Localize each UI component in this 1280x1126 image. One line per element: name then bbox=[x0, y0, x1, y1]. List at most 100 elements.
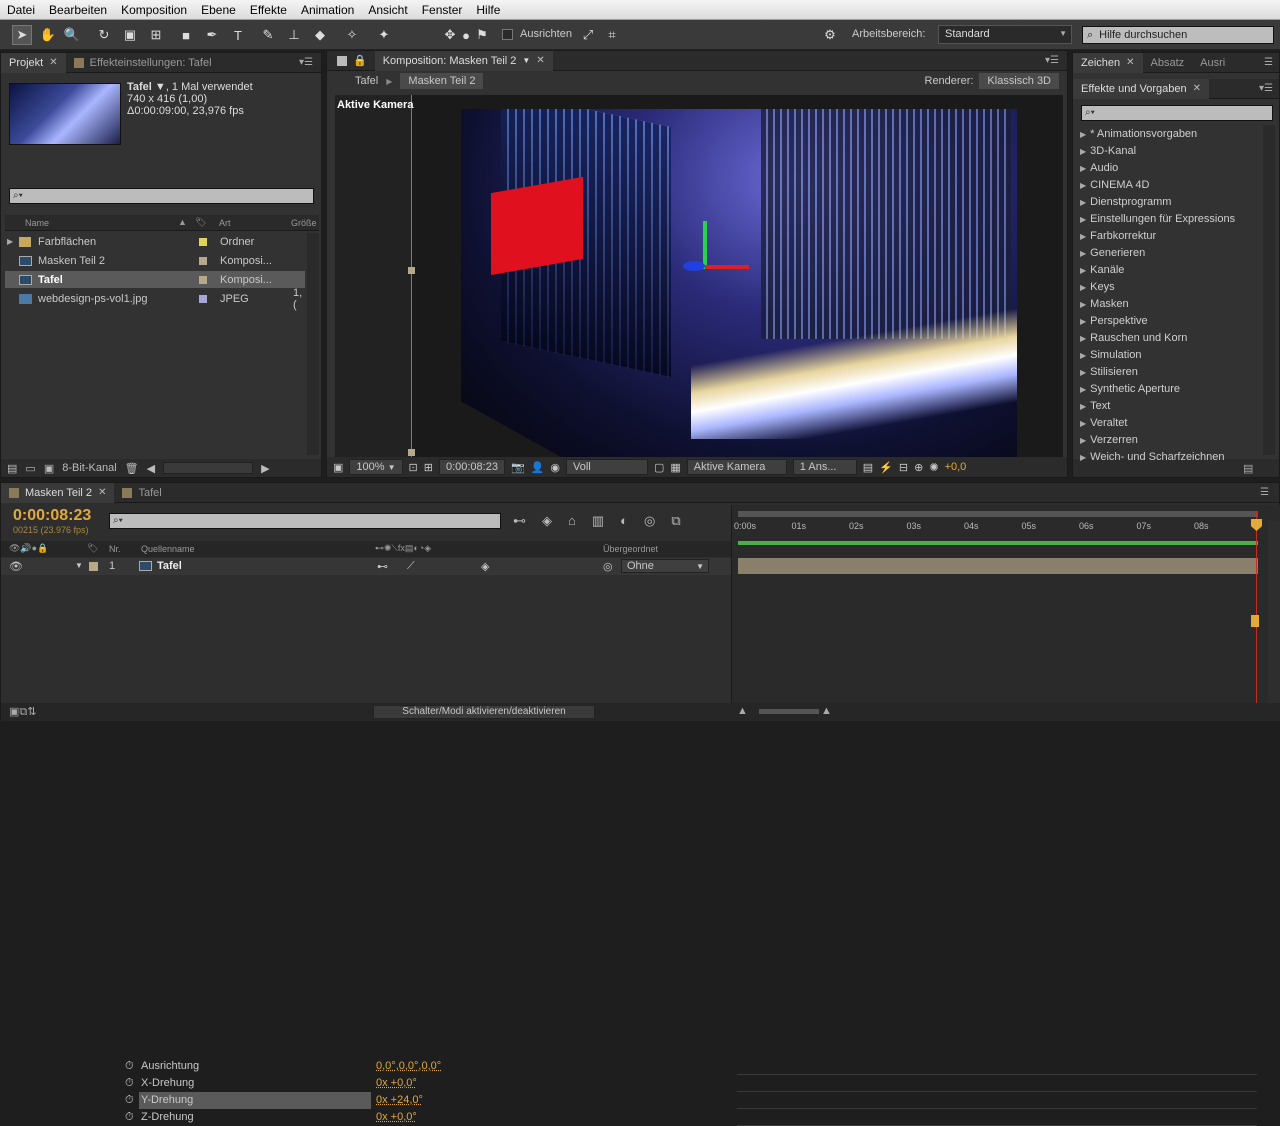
horizontal-scrollbar[interactable] bbox=[163, 462, 254, 474]
effects-category-item[interactable]: ▶ Audio bbox=[1080, 160, 1118, 177]
collapse-triangle-icon[interactable]: ▼ bbox=[75, 561, 83, 570]
quality-switch-icon[interactable]: ⟋ bbox=[407, 560, 415, 573]
comp-viewer[interactable]: Aktive Kamera bbox=[335, 95, 1063, 457]
close-icon[interactable]: ✕ bbox=[1126, 53, 1134, 73]
expand-triangle-icon[interactable]: ▶ bbox=[1080, 283, 1086, 292]
col-type[interactable]: Art bbox=[219, 218, 231, 228]
effects-category-item[interactable]: ▶ Rauschen und Korn bbox=[1080, 330, 1187, 347]
expand-triangle-icon[interactable]: ▶ bbox=[1080, 147, 1086, 156]
zoom-tool-icon[interactable]: 🔍 bbox=[62, 25, 82, 45]
axis-view-icon[interactable]: ⚑ bbox=[472, 25, 492, 45]
menu-animation[interactable]: Animation bbox=[294, 0, 361, 20]
fast-previews-icon[interactable]: ⚡ bbox=[879, 461, 893, 474]
list-item[interactable]: webdesign-ps-vol1.jpg JPEG 1,( bbox=[5, 287, 305, 311]
zoom-in-icon[interactable]: ▲ bbox=[821, 705, 832, 717]
exposure-icon[interactable]: ✺ bbox=[929, 461, 938, 474]
timecode-button[interactable]: 0:00:08:23 bbox=[438, 459, 505, 475]
effects-category-item[interactable]: ▶ Weich- und Scharfzeichnen bbox=[1080, 449, 1224, 466]
tab-tafel[interactable]: Tafel bbox=[114, 483, 169, 503]
hand-tool-icon[interactable]: ✋ bbox=[38, 25, 58, 45]
pick-whip-icon[interactable]: ◎ bbox=[603, 560, 613, 573]
pen-tool-icon[interactable]: ✒ bbox=[202, 25, 222, 45]
expand-triangle-icon[interactable]: ▶ bbox=[1080, 198, 1086, 207]
expand-triangle-icon[interactable]: ▶ bbox=[1080, 334, 1086, 343]
camera-dropdown[interactable]: Aktive Kamera bbox=[686, 459, 787, 475]
effects-category-item[interactable]: ▶ Stilisieren bbox=[1080, 364, 1138, 381]
effects-category-item[interactable]: ▶ Perspektive bbox=[1080, 313, 1148, 330]
tab-zeichen[interactable]: Zeichen ✕ bbox=[1073, 52, 1143, 73]
resolution-dropdown[interactable]: Voll bbox=[565, 459, 648, 475]
interpret-footage-icon[interactable]: ▤ bbox=[7, 462, 17, 475]
exposure-value[interactable]: +0,0 bbox=[945, 461, 967, 473]
breadcrumb-masken[interactable]: Masken Teil 2 bbox=[400, 73, 484, 89]
brainstorm-icon[interactable]: ⧉ bbox=[671, 513, 680, 529]
show-snapshot-icon[interactable]: 👤 bbox=[531, 461, 545, 474]
effects-category-item[interactable]: ▶ Farbkorrektur bbox=[1080, 228, 1156, 245]
transparency-grid-icon[interactable]: ▦ bbox=[670, 461, 680, 474]
menu-bearbeiten[interactable]: Bearbeiten bbox=[42, 0, 114, 20]
property-name[interactable]: Ausrichtung bbox=[139, 1058, 371, 1075]
panel-menu-icon[interactable]: ▾☰ bbox=[299, 57, 313, 68]
frame-blending-icon[interactable]: ▥ bbox=[592, 513, 604, 529]
always-preview-icon[interactable]: ▣ bbox=[333, 461, 343, 474]
tab-komposition[interactable]: Komposition: Masken Teil 2 ▼ ✕ bbox=[374, 50, 553, 71]
work-area-bar[interactable] bbox=[738, 511, 1258, 517]
z-axis-gizmo[interactable] bbox=[683, 261, 705, 271]
menu-komposition[interactable]: Komposition bbox=[114, 0, 194, 20]
property-row[interactable]: ⏱ X-Drehung 0x +0,0° bbox=[1, 1075, 731, 1092]
close-icon[interactable]: ✕ bbox=[536, 51, 544, 71]
rotate-tool-icon[interactable]: ↻ bbox=[94, 25, 114, 45]
rectangle-tool-icon[interactable]: ■ bbox=[176, 25, 196, 45]
expand-triangle-icon[interactable]: ▶ bbox=[1080, 181, 1086, 190]
chevron-down-icon[interactable]: ▼ bbox=[522, 51, 530, 71]
scroll-right-icon[interactable]: ▶ bbox=[261, 462, 269, 475]
expand-triangle-icon[interactable]: ▶ bbox=[1080, 249, 1086, 258]
effects-category-item[interactable]: ▶ Synthetic Aperture bbox=[1080, 381, 1180, 398]
sort-icon[interactable]: ▲ bbox=[178, 217, 187, 227]
expand-triangle-icon[interactable]: ▶ bbox=[1080, 385, 1086, 394]
brush-tool-icon[interactable]: ✎ bbox=[258, 25, 278, 45]
expand-triangle-icon[interactable]: ▶ bbox=[1080, 453, 1086, 462]
scroll-left-icon[interactable]: ◀ bbox=[147, 462, 155, 475]
layer-handle[interactable] bbox=[408, 267, 415, 274]
city-image-layer[interactable] bbox=[461, 109, 1017, 457]
switch-modes-button[interactable]: Schalter/Modi aktivieren/deaktivieren bbox=[373, 705, 595, 719]
expand-triangle-icon[interactable]: ▶ bbox=[1080, 266, 1086, 275]
expand-triangle-icon[interactable]: ▶ bbox=[1080, 317, 1086, 326]
eye-icon[interactable]: 👁 bbox=[9, 560, 23, 573]
effects-category-item[interactable]: ▶ Dienstprogramm bbox=[1080, 194, 1171, 211]
label-color[interactable] bbox=[89, 562, 98, 571]
property-row[interactable]: ⏱ Z-Drehung 0x +0,0° bbox=[1, 1109, 731, 1126]
col-parent[interactable]: Übergeordnet bbox=[603, 544, 658, 554]
x-axis-gizmo[interactable] bbox=[705, 265, 749, 269]
effects-category-item[interactable]: ▶ 3D-Kanal bbox=[1080, 143, 1136, 160]
tab-ausrichten[interactable]: Ausri bbox=[1192, 53, 1233, 73]
effects-search-input[interactable]: ⌕▾ bbox=[1081, 105, 1273, 121]
time-ruler[interactable]: 0:00s 01s 02s 03s 04s 05s 06s 07s 08s bbox=[732, 521, 1262, 537]
expand-triangle-icon[interactable]: ▶ bbox=[1080, 164, 1086, 173]
layer-handle[interactable] bbox=[408, 449, 415, 456]
3d-layer-switch-icon[interactable]: ◈ bbox=[481, 560, 489, 573]
effects-category-item[interactable]: ▶ Einstellungen für Expressions bbox=[1080, 211, 1235, 228]
panel-menu-icon[interactable]: ▾☰ bbox=[1259, 83, 1273, 94]
property-value[interactable]: 0x +0,0° bbox=[376, 1077, 417, 1089]
menu-ansicht[interactable]: Ansicht bbox=[361, 0, 414, 20]
flowchart-icon[interactable]: ⊕ bbox=[914, 461, 923, 474]
property-name[interactable]: Y-Drehung bbox=[139, 1092, 371, 1109]
effects-category-item[interactable]: ▶ Masken bbox=[1080, 296, 1129, 313]
effects-category-item[interactable]: ▶ Verzerren bbox=[1080, 432, 1138, 449]
zoom-dropdown[interactable]: 100% ▼ bbox=[349, 459, 403, 475]
property-name[interactable]: X-Drehung bbox=[139, 1075, 371, 1092]
timeline-zoom-slider[interactable] bbox=[759, 709, 819, 714]
effects-category-item[interactable]: ▶ Veraltet bbox=[1080, 415, 1127, 432]
keyframe-icon[interactable] bbox=[1251, 615, 1259, 627]
tab-effekteinstellungen[interactable]: Effekteinstellungen: Tafel bbox=[66, 53, 220, 73]
layer-duration-bar[interactable] bbox=[738, 558, 1258, 574]
panel-menu-icon[interactable]: ☰ bbox=[1260, 487, 1269, 498]
menu-effekte[interactable]: Effekte bbox=[243, 0, 294, 20]
puppet-tool-icon[interactable]: ✦ bbox=[374, 25, 394, 45]
stamp-tool-icon[interactable]: ⊥ bbox=[284, 25, 304, 45]
menu-ebene[interactable]: Ebene bbox=[194, 0, 243, 20]
effects-category-item[interactable]: ▶ Keys bbox=[1080, 279, 1115, 296]
current-timecode[interactable]: 0:00:08:23 bbox=[13, 507, 91, 525]
